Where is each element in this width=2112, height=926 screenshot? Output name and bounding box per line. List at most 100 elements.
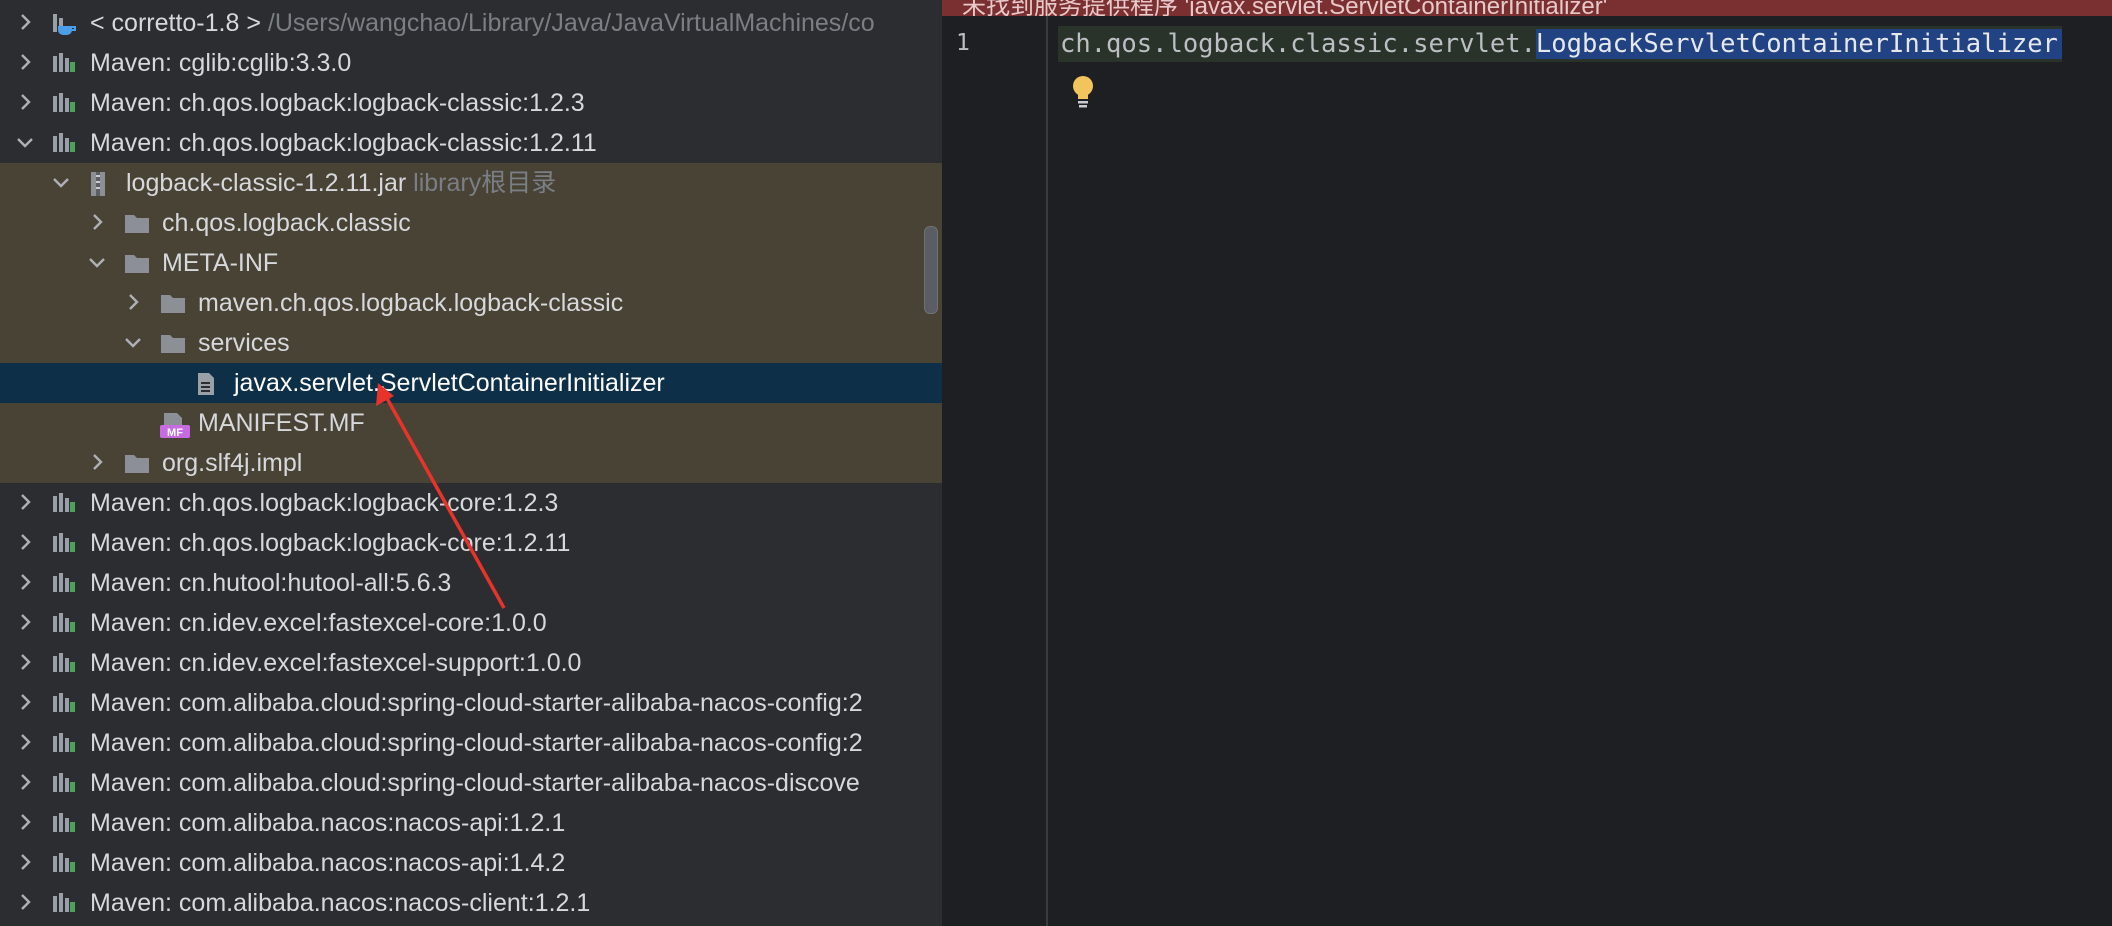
tree-row-label: Maven: cglib:cglib:3.3.0 [90, 49, 351, 77]
tree-row-label: Maven: ch.qos.logback:logback-classic:1.… [90, 129, 597, 157]
tree-row[interactable]: Maven: ch.qos.logback:logback-core:1.2.3 [0, 483, 942, 523]
tree-row-text: Maven: com.alibaba.nacos:nacos-api:1.4.2 [90, 849, 566, 877]
chevron-right-icon[interactable] [14, 51, 36, 73]
tree-row-text: Maven: cglib:cglib:3.3.0 [90, 49, 352, 77]
folder-icon [124, 252, 149, 274]
folder-icon [160, 292, 185, 314]
chevron-right-icon[interactable] [14, 91, 36, 113]
jdk-icon [52, 12, 76, 35]
tree-row[interactable]: maven.ch.qos.logback.logback-classic [0, 283, 942, 323]
svg-text:MF: MF [167, 427, 183, 438]
tree-row-label: Maven: com.alibaba.nacos:nacos-api:1.4.2 [90, 849, 565, 877]
folder-icon [124, 452, 149, 474]
tree-row-label: org.slf4j.impl [162, 449, 302, 477]
tree-row[interactable]: logback-classic-1.2.11.jar library根目录 [0, 163, 942, 203]
tree-row-label: Maven: cn.hutool:hutool-all:5.6.3 [90, 569, 451, 597]
library-icon [52, 572, 76, 594]
folder-icon [160, 332, 185, 354]
chevron-right-icon[interactable] [14, 731, 36, 753]
library-icon [52, 812, 76, 834]
chevron-down-icon[interactable] [122, 331, 144, 353]
tree-row[interactable]: javax.servlet.ServletContainerInitialize… [0, 363, 942, 403]
tree-row[interactable]: Maven: com.alibaba.nacos:nacos-api:1.2.1 [0, 803, 942, 843]
tree-row[interactable]: Maven: ch.qos.logback:logback-core:1.2.1… [0, 523, 942, 563]
library-icon [52, 92, 76, 114]
code-class-name[interactable]: LogbackServletContainerInitializer [1535, 29, 2062, 59]
tree-row-label: Maven: com.alibaba.cloud:spring-cloud-st… [90, 689, 863, 717]
editor-gutter: 1 [942, 16, 1048, 926]
chevron-right-icon[interactable] [86, 451, 108, 473]
chevron-right-icon[interactable] [122, 291, 144, 313]
tree-row[interactable]: < corretto-1.8 > /Users/wangchao/Library… [0, 3, 942, 43]
tree-row[interactable]: Maven: com.alibaba.cloud:spring-cloud-st… [0, 723, 942, 763]
tree-row-label: Maven: com.alibaba.nacos:nacos-client:1.… [90, 889, 590, 917]
editor-warning-banner: 未找到服务提供程序 'javax.servlet.ServletContaine… [942, 0, 2112, 16]
library-icon [52, 772, 76, 794]
tree-row-text: Maven: com.alibaba.cloud:spring-cloud-st… [90, 769, 860, 797]
tree-row[interactable]: Maven: com.alibaba.cloud:spring-cloud-st… [0, 763, 942, 803]
tree-row-label: javax.servlet.ServletContainerInitialize… [234, 369, 665, 397]
tree-row[interactable]: Maven: cn.idev.excel:fastexcel-support:1… [0, 643, 942, 683]
chevron-right-icon[interactable] [14, 571, 36, 593]
tree-row[interactable]: Maven: com.alibaba.nacos:nacos-api:1.4.2 [0, 843, 942, 883]
chevron-right-icon[interactable] [14, 611, 36, 633]
tree-row[interactable]: Maven: ch.qos.logback:logback-classic:1.… [0, 83, 942, 123]
chevron-right-icon[interactable] [14, 691, 36, 713]
library-icon [52, 532, 76, 554]
tree-row-text: MANIFEST.MF [198, 409, 365, 437]
library-icon [52, 892, 76, 914]
tree-row-text: org.slf4j.impl [162, 449, 303, 477]
tree-row[interactable]: ch.qos.logback.classic [0, 203, 942, 243]
tree-row[interactable]: Maven: cn.hutool:hutool-all:5.6.3 [0, 563, 942, 603]
tree-row-label: Maven: cn.idev.excel:fastexcel-core:1.0.… [90, 609, 547, 637]
chevron-right-icon[interactable] [14, 811, 36, 833]
banner-text: 未找到服务提供程序 'javax.servlet.ServletContaine… [962, 0, 1608, 16]
tree-row[interactable]: Maven: cn.idev.excel:fastexcel-core:1.0.… [0, 603, 942, 643]
tree-row[interactable]: Maven: ch.qos.logback:logback-classic:1.… [0, 123, 942, 163]
project-tree-panel: < corretto-1.8 > /Users/wangchao/Library… [0, 0, 942, 926]
tree-row-text: Maven: com.alibaba.cloud:spring-cloud-st… [90, 729, 863, 757]
chevron-right-icon[interactable] [14, 531, 36, 553]
chevron-right-icon[interactable] [14, 651, 36, 673]
chevron-right-icon[interactable] [14, 771, 36, 793]
tree-row[interactable]: services [0, 323, 942, 363]
tree-row[interactable]: MF MANIFEST.MF [0, 403, 942, 443]
file-icon [196, 372, 220, 395]
tree-row-hint: /Users/wangchao/Library/Java/JavaVirtual… [260, 9, 875, 37]
chevron-down-icon[interactable] [86, 251, 108, 273]
chevron-down-icon[interactable] [14, 131, 36, 153]
tree-row-label: services [198, 329, 290, 357]
manifest-icon: MF [160, 412, 190, 439]
chevron-right-icon[interactable] [14, 851, 36, 873]
tree-row[interactable]: Maven: cglib:cglib:3.3.0 [0, 43, 942, 83]
chevron-down-icon[interactable] [50, 171, 72, 193]
code-package[interactable]: ch.qos.logback.classic.servlet. [1058, 29, 1536, 59]
tree-row-label: Maven: ch.qos.logback:logback-core:1.2.1… [90, 529, 570, 557]
chevron-right-icon[interactable] [86, 211, 108, 233]
tree-row-text: Maven: cn.hutool:hutool-all:5.6.3 [90, 569, 452, 597]
tree-row-label: Maven: ch.qos.logback:logback-classic:1.… [90, 89, 585, 117]
tree-row-label: maven.ch.qos.logback.logback-classic [198, 289, 623, 317]
code-line[interactable]: ch.qos.logback.classic.servlet.LogbackSe… [1058, 26, 2062, 62]
chevron-right-icon[interactable] [14, 891, 36, 913]
tree-row-text: Maven: ch.qos.logback:logback-core:1.2.1… [90, 529, 571, 557]
lightbulb-icon[interactable] [1070, 74, 1096, 110]
tree-row-text: META-INF [162, 249, 279, 277]
tree-row[interactable]: Maven: com.alibaba.cloud:spring-cloud-st… [0, 683, 942, 723]
tree-row[interactable]: Maven: com.alibaba.nacos:nacos-client:1.… [0, 883, 942, 923]
tree-row[interactable]: META-INF [0, 243, 942, 283]
tree-row-text: Maven: ch.qos.logback:logback-core:1.2.3 [90, 489, 559, 517]
chevron-right-icon[interactable] [14, 491, 36, 513]
line-number: 1 [956, 30, 970, 56]
chevron-right-icon[interactable] [14, 11, 36, 33]
tree-row-label: Maven: com.alibaba.nacos:nacos-api:1.2.1 [90, 809, 565, 837]
tree-scrollbar-thumb[interactable] [924, 226, 938, 314]
library-icon [52, 852, 76, 874]
tree-row-label: ch.qos.logback.classic [162, 209, 411, 237]
editor-panel: 未找到服务提供程序 'javax.servlet.ServletContaine… [942, 0, 2112, 926]
tree-row-label: logback-classic-1.2.11.jar library根目录 [126, 169, 556, 197]
tree-row-text: Maven: com.alibaba.nacos:nacos-api:1.2.1 [90, 809, 566, 837]
library-icon [52, 732, 76, 754]
tree-row[interactable]: org.slf4j.impl [0, 443, 942, 483]
library-icon [52, 612, 76, 634]
